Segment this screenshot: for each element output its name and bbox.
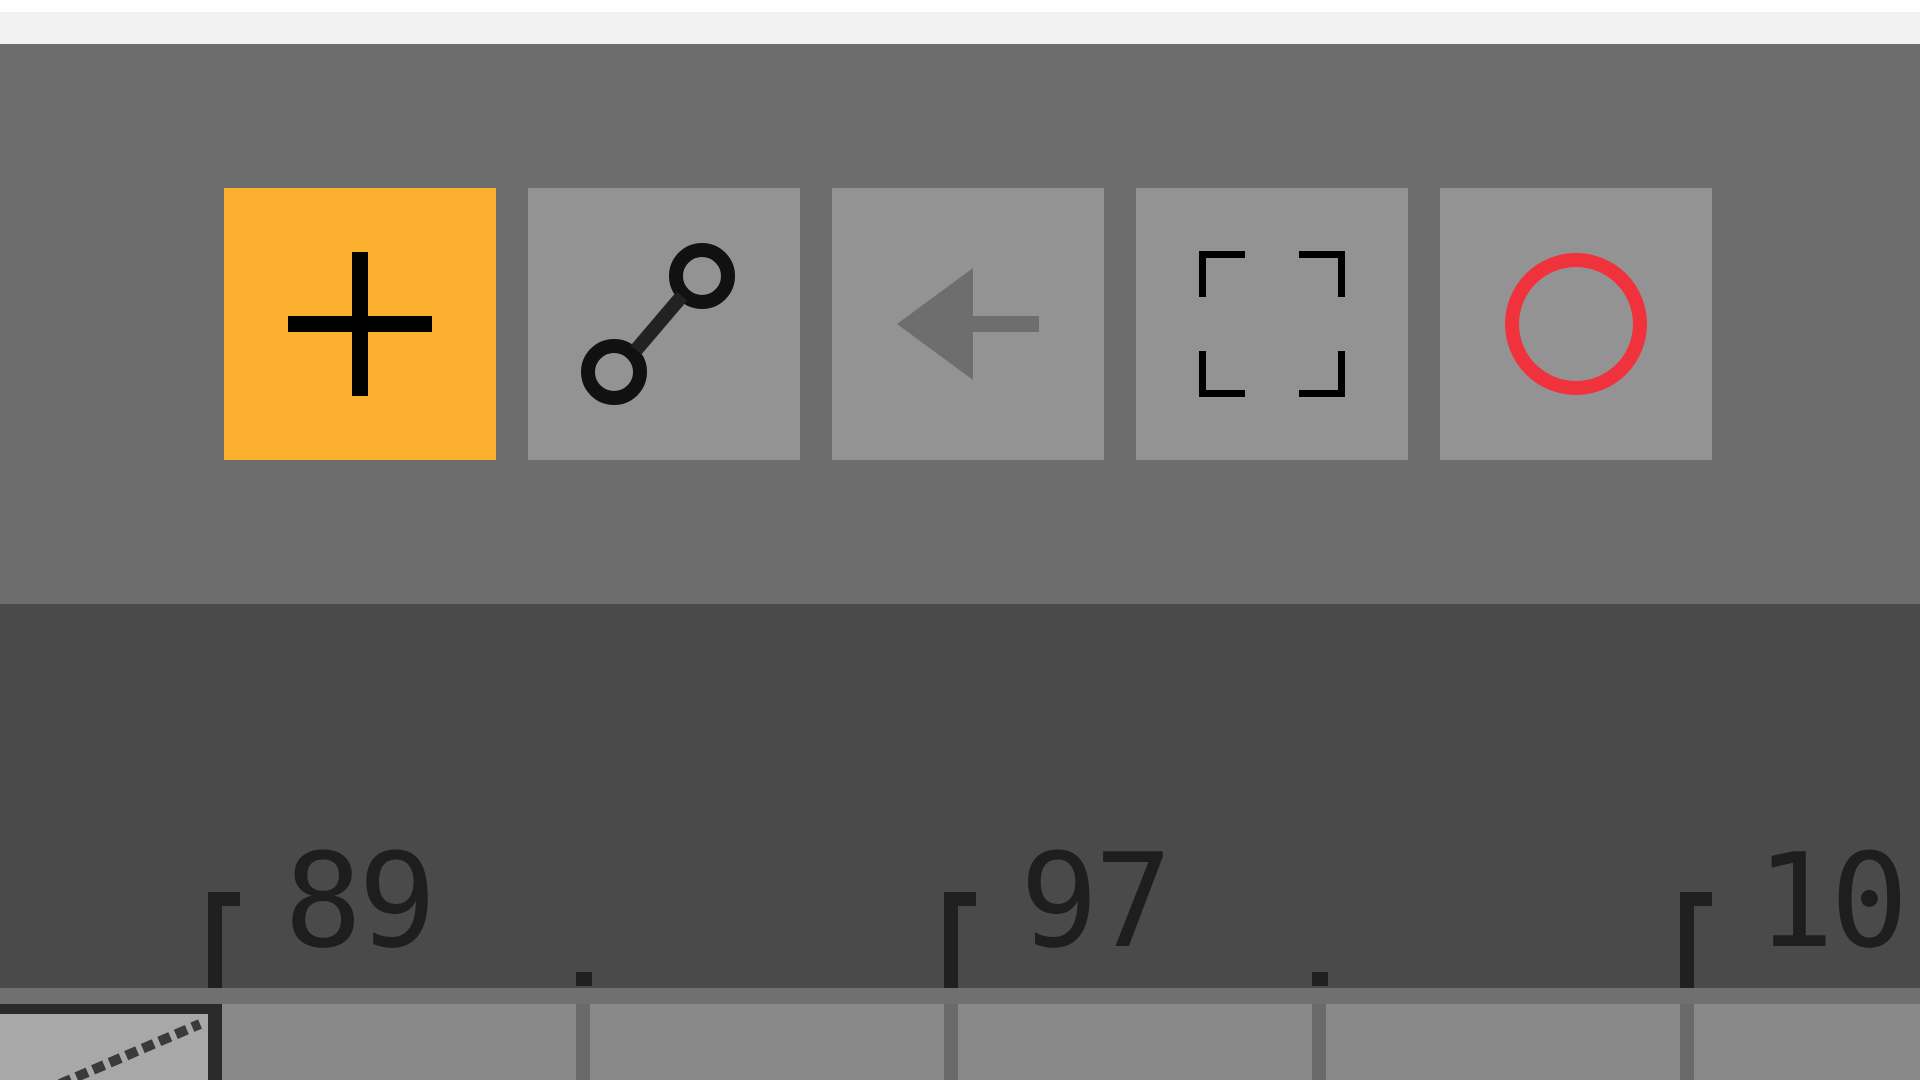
timeline-ruler[interactable]: 89 97 10 bbox=[0, 604, 1920, 988]
ruler-label: 89 bbox=[284, 825, 437, 977]
diagonal-line-icon bbox=[58, 1019, 202, 1080]
top-divider bbox=[0, 0, 1920, 12]
frame-separator bbox=[1312, 1004, 1326, 1080]
plus-icon bbox=[288, 252, 432, 396]
frame-separator bbox=[576, 1004, 590, 1080]
connect-tool-button[interactable] bbox=[528, 188, 800, 460]
ruler-label: 10 bbox=[1756, 825, 1909, 977]
ruler-major-tick bbox=[1680, 892, 1712, 988]
arrow-left-icon bbox=[897, 268, 1039, 380]
frame-row[interactable] bbox=[0, 1004, 1920, 1080]
ruler-label: 97 bbox=[1020, 825, 1173, 977]
frame-thumbnail[interactable] bbox=[0, 1004, 222, 1080]
ruler-major-tick bbox=[208, 892, 240, 988]
record-tool-button[interactable] bbox=[1440, 188, 1712, 460]
ruler-major-tick bbox=[944, 892, 976, 988]
ruler-minor-tick bbox=[1312, 972, 1328, 986]
add-tool-button[interactable] bbox=[224, 188, 496, 460]
tool-toolbar bbox=[0, 44, 1920, 604]
circle-icon bbox=[1505, 253, 1647, 395]
frame-tool-button[interactable] bbox=[1136, 188, 1408, 460]
frame-separator bbox=[1680, 1004, 1694, 1080]
link-nodes-icon bbox=[581, 243, 735, 405]
frame-timeline bbox=[0, 988, 1920, 1080]
back-tool-button[interactable] bbox=[832, 188, 1104, 460]
ruler-minor-tick bbox=[576, 972, 592, 986]
frame-separator bbox=[944, 1004, 958, 1080]
corners-icon bbox=[1199, 251, 1345, 397]
window-top-strip bbox=[0, 0, 1920, 44]
